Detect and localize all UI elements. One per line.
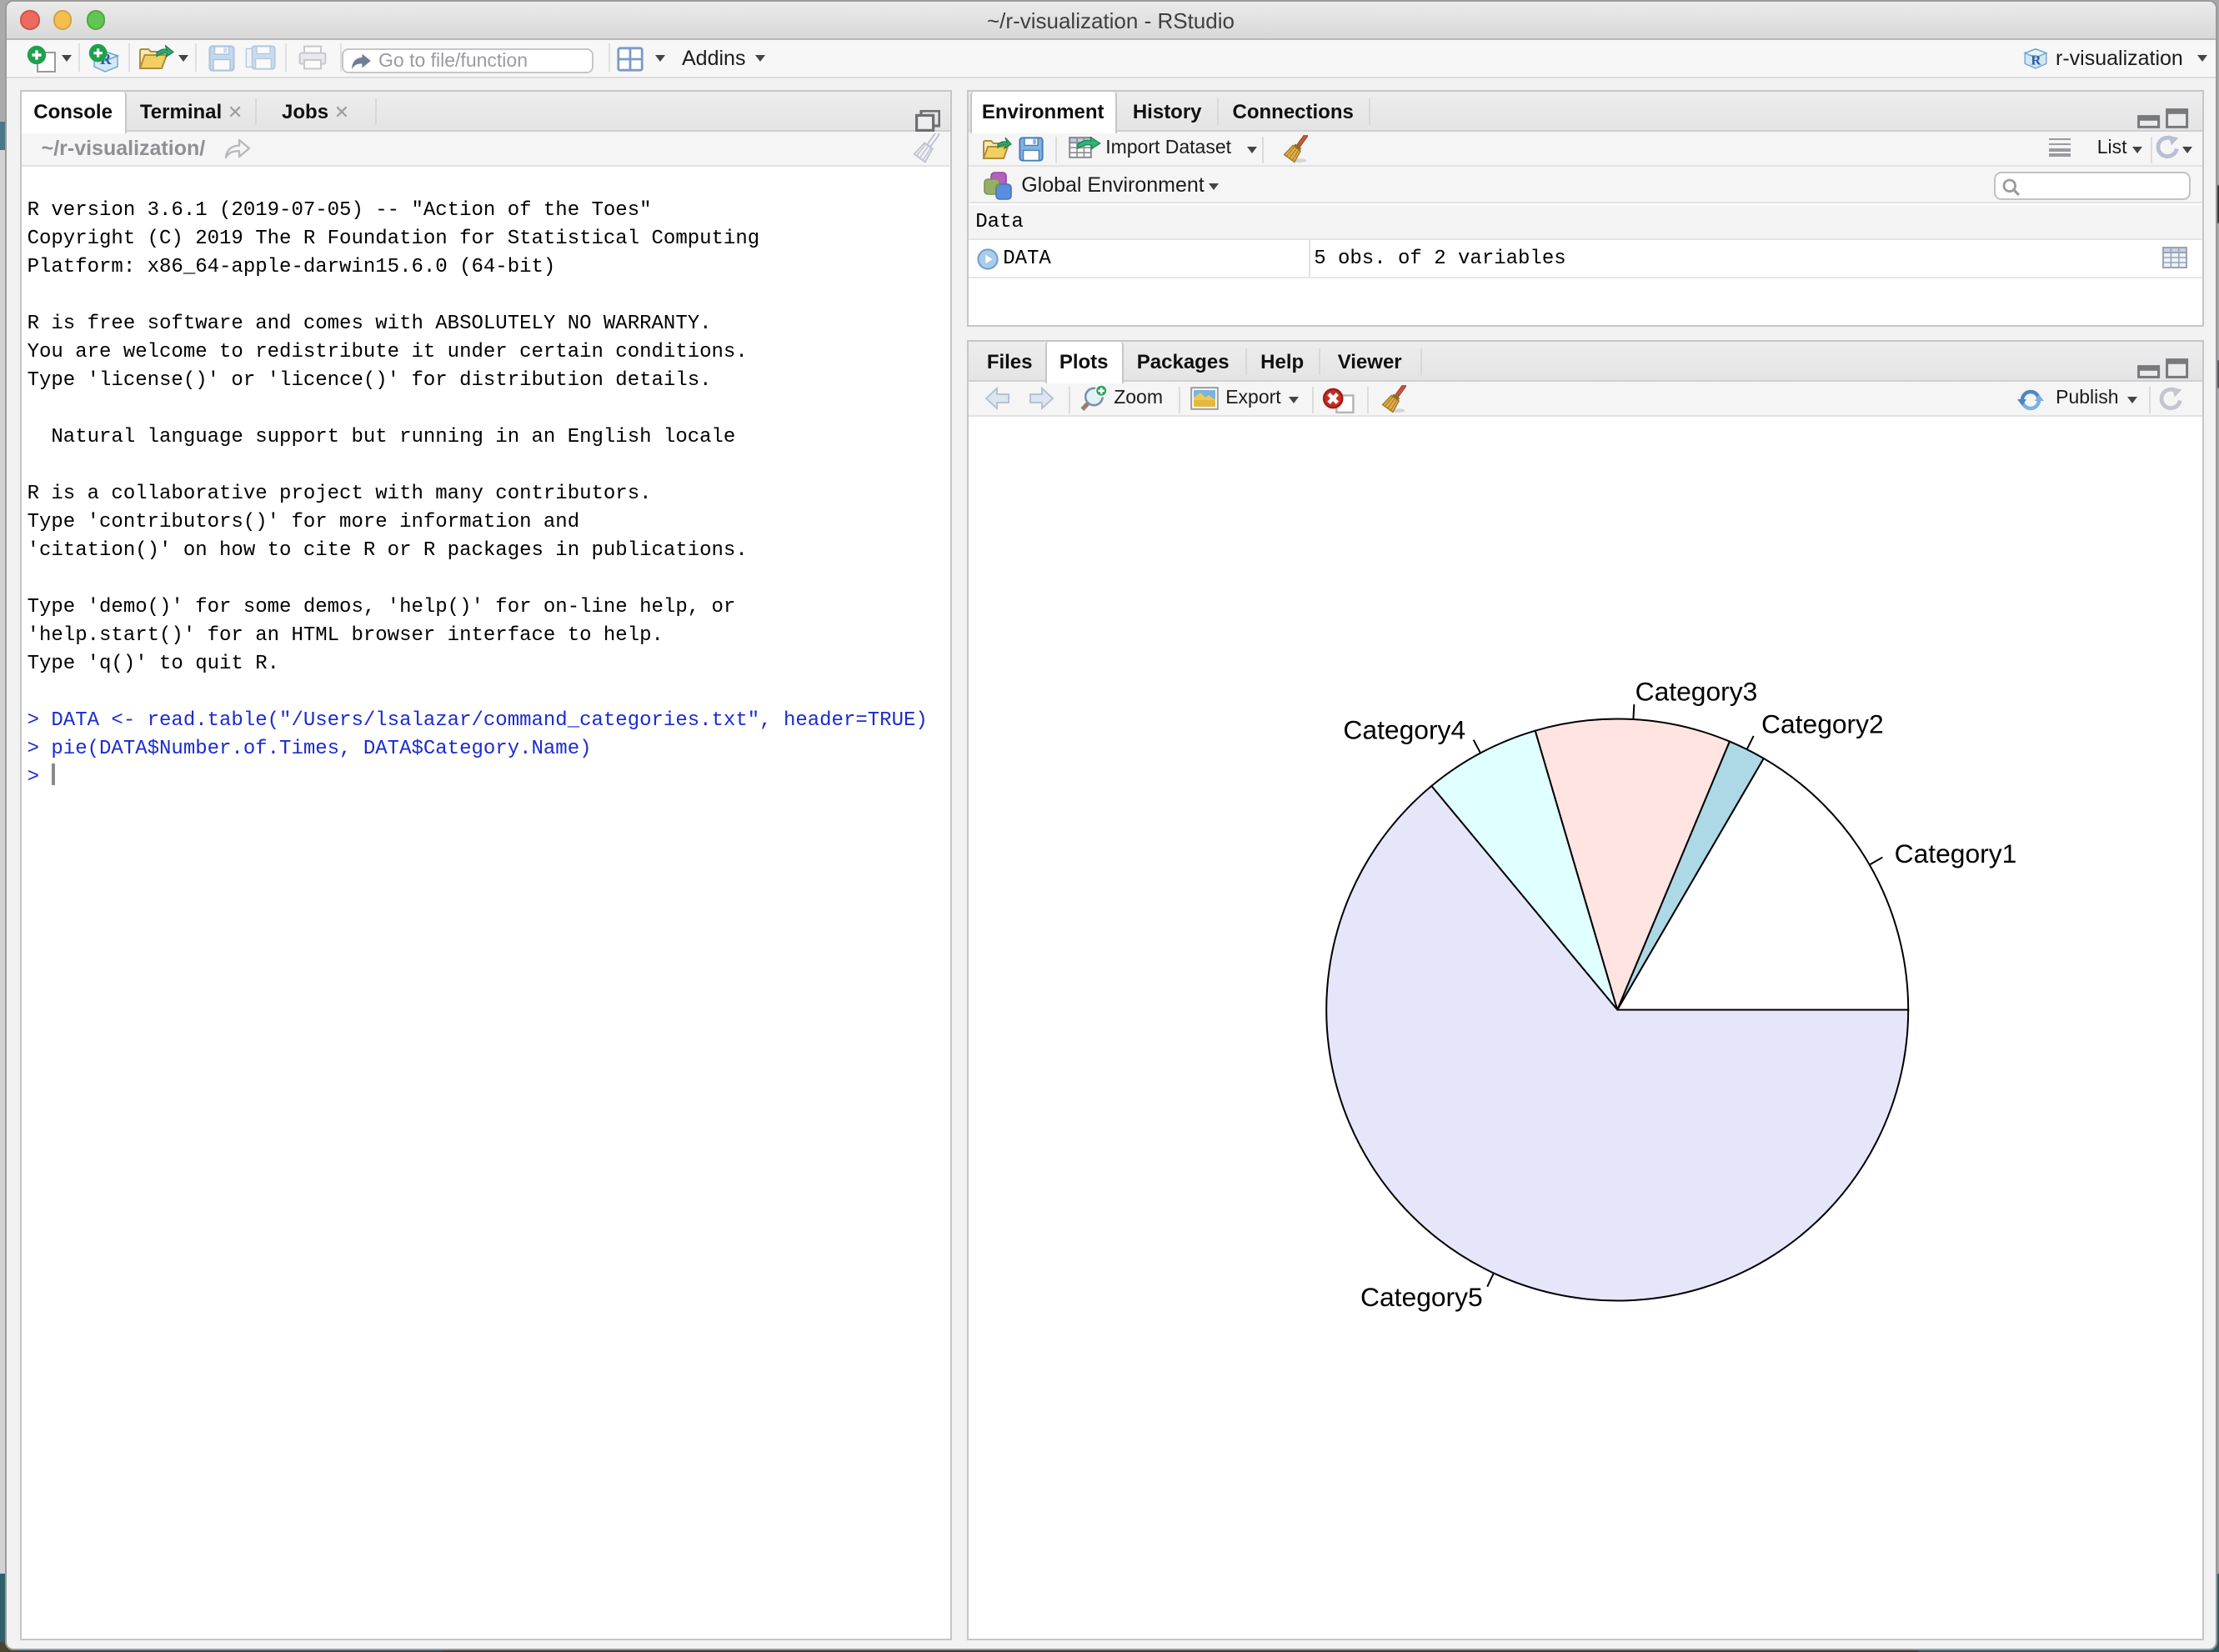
svg-text:Category4: Category4	[1343, 715, 1465, 745]
svg-text:Category1: Category1	[1894, 839, 2016, 869]
svg-text:Category3: Category3	[1635, 677, 1757, 707]
svg-text:R: R	[2031, 52, 2041, 68]
svg-text:Category2: Category2	[1761, 709, 1883, 739]
svg-text:Category5: Category5	[1360, 1283, 1482, 1313]
